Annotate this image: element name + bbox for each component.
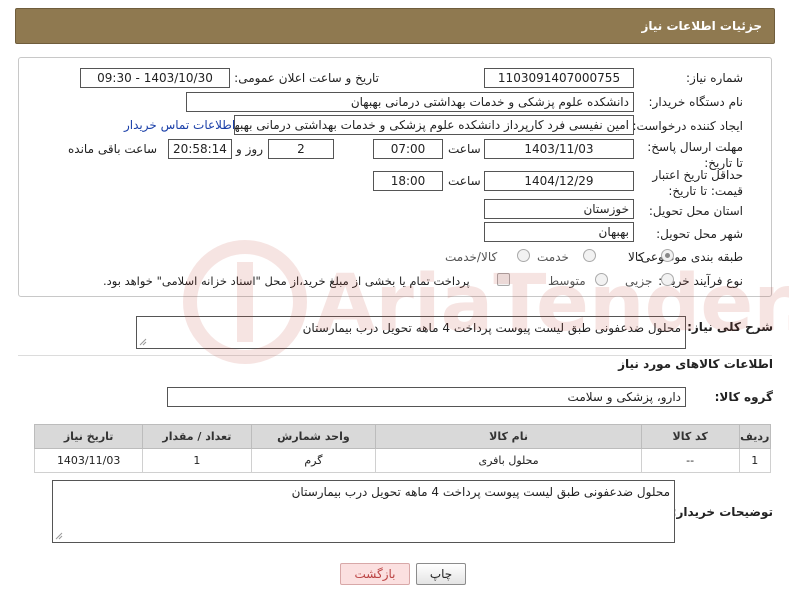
cell-goods-name: محلول بافری xyxy=(375,448,642,473)
days-field: 2 xyxy=(268,139,334,159)
category-label: طبقه بندی موضوعی: xyxy=(636,250,743,264)
col-goods-name: نام کالا xyxy=(375,424,642,449)
cell-need-date: 1403/11/03 xyxy=(33,448,144,473)
requester-field: امین نفیسی فرد کارپرداز دانشکده علوم پزش… xyxy=(234,115,634,135)
city-label: شهر محل تحویل: xyxy=(656,227,743,241)
buyer-notes-field: محلول ضدعفونی طبق لیست پیوست پرداخت 4 ما… xyxy=(52,480,675,543)
cell-row-number: 1 xyxy=(738,448,772,473)
description-label: شرح کلی نیاز: xyxy=(687,320,773,334)
section-divider xyxy=(18,355,772,356)
col-need-date: تاریخ نیاز xyxy=(33,424,144,449)
resize-grip-icon[interactable] xyxy=(139,338,147,346)
province-label: استان محل تحویل: xyxy=(648,204,743,218)
category-option-both: کالا/خدمت xyxy=(445,250,498,264)
price-validity-label: حداقل تاریخ اعتبار قیمت: تا تاریخ: xyxy=(652,168,743,198)
price-validity-time-field: 18:00 xyxy=(373,171,443,191)
announce-field: 1403/10/30 - 09:30 xyxy=(80,68,230,88)
remaining-label: ساعت باقی مانده xyxy=(68,142,158,156)
need-number-field: 1103091407000755 xyxy=(484,68,634,88)
category-radio-both[interactable] xyxy=(517,249,530,262)
category-radio-goods[interactable] xyxy=(661,249,674,262)
days-label: روز و xyxy=(236,142,263,156)
col-row-number: ردیف xyxy=(738,424,772,449)
page-title: جزئیات اطلاعات نیاز xyxy=(641,19,762,33)
price-validity-time-label: ساعت xyxy=(448,174,481,188)
deadline-time-label: ساعت xyxy=(448,142,481,156)
table-row: 1 -- محلول بافری گرم 1 1403/11/03 xyxy=(33,448,772,473)
cell-goods-code: -- xyxy=(640,448,740,473)
col-goods-code: کد کالا xyxy=(640,424,740,449)
buyer-notes-text: محلول ضدعفونی طبق لیست پیوست پرداخت 4 ما… xyxy=(291,485,670,499)
remaining-time-field: 20:58:14 xyxy=(168,139,232,159)
treasury-note: پرداخت تمام یا بخشی از مبلغ خرید،از محل … xyxy=(103,274,470,288)
goods-table: ردیف کد کالا نام کالا واحد شمارش تعداد /… xyxy=(33,424,772,473)
category-option-goods: کالا xyxy=(628,250,645,264)
process-radio-medium[interactable] xyxy=(595,273,608,286)
goods-group-field: دارو، پزشکی و سلامت xyxy=(167,387,686,407)
buyer-notes-label: توضیحات خریدار: xyxy=(671,505,773,519)
need-number-label: شماره نیاز: xyxy=(686,71,743,85)
description-text: محلول ضدعفونی طبق لیست پیوست پرداخت 4 ما… xyxy=(302,321,681,335)
cell-unit: گرم xyxy=(250,448,377,473)
process-option-minor: جزیی xyxy=(625,274,653,288)
resize-grip-icon[interactable] xyxy=(55,532,63,540)
goods-section-title: اطلاعات کالاهای مورد نیاز xyxy=(618,357,773,371)
category-option-service: خدمت xyxy=(537,250,569,264)
requester-label: ایجاد کننده درخواست: xyxy=(632,119,743,133)
print-button[interactable]: چاپ xyxy=(416,563,466,585)
page-header: جزئیات اطلاعات نیاز xyxy=(15,8,775,44)
buyer-contact-link[interactable]: اطلاعات تماس خریدار xyxy=(124,118,235,132)
col-unit: واحد شمارش xyxy=(250,424,377,449)
city-field: بهبهان xyxy=(484,222,634,242)
goods-group-label: گروه کالا: xyxy=(714,390,773,404)
description-field: محلول ضدعفونی طبق لیست پیوست پرداخت 4 ما… xyxy=(136,316,686,349)
back-button[interactable]: بازگشت xyxy=(340,563,410,585)
buyer-org-label: نام دستگاه خریدار: xyxy=(648,95,744,109)
deadline-date-field: 1403/11/03 xyxy=(484,139,634,159)
cell-quantity: 1 xyxy=(142,448,252,473)
process-radio-minor[interactable] xyxy=(661,273,674,286)
treasury-checkbox[interactable] xyxy=(497,273,510,286)
deadline-time-field: 07:00 xyxy=(373,139,443,159)
category-radio-service[interactable] xyxy=(583,249,596,262)
process-option-medium: متوسط xyxy=(548,274,586,288)
price-validity-date-field: 1404/12/29 xyxy=(484,171,634,191)
buyer-org-field: دانشکده علوم پزشکی و خدمات بهداشتی درمان… xyxy=(186,92,634,112)
province-field: خوزستان xyxy=(484,199,634,219)
announce-label: تاریخ و ساعت اعلان عمومی: xyxy=(234,71,379,85)
col-quantity: تعداد / مقدار xyxy=(142,424,252,449)
table-header-row: ردیف کد کالا نام کالا واحد شمارش تعداد /… xyxy=(33,424,772,449)
